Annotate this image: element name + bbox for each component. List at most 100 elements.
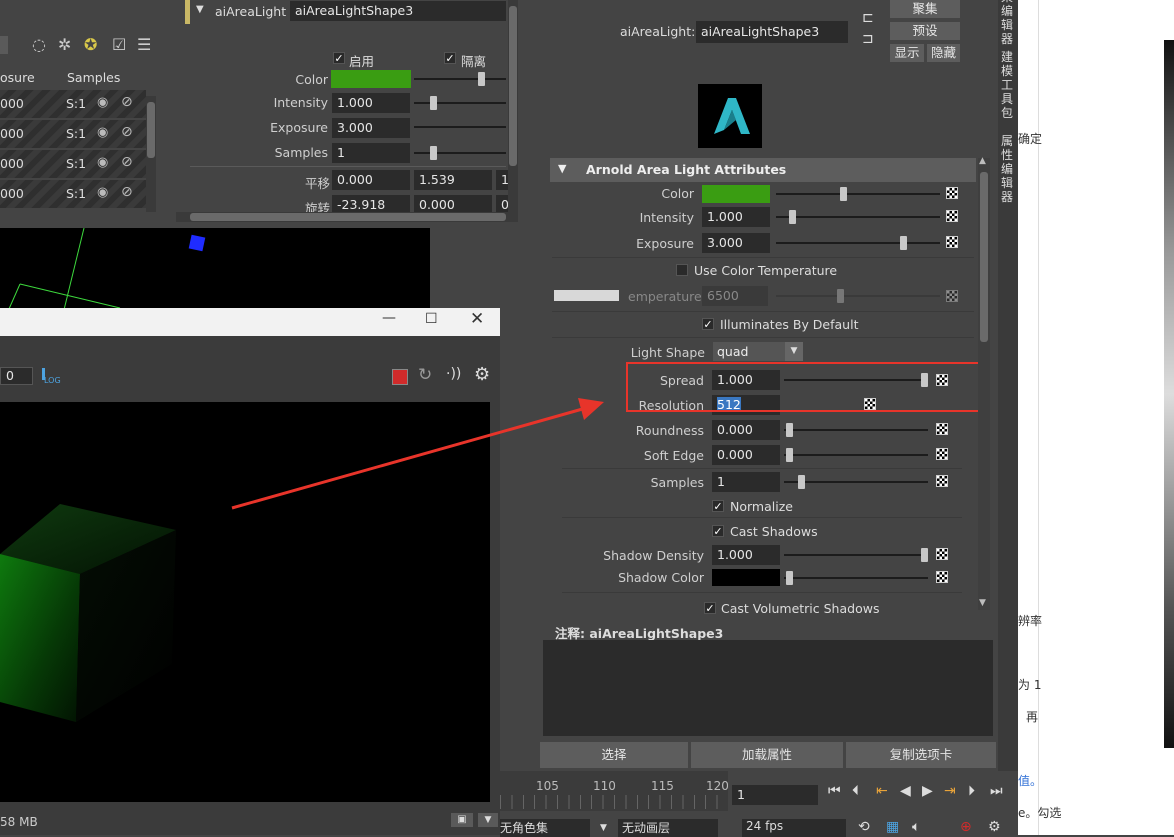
intensity-field[interactable]: 1.000 [702,207,770,227]
target-icon[interactable]: ◉ [97,185,108,200]
record-icon[interactable]: ⊕ [960,819,972,835]
render-frame-field[interactable]: 0 [0,367,33,385]
list-item[interactable]: 000 S:1 ◉ ⊘ [0,180,146,208]
isolate-checkbox[interactable]: ✓ [444,52,456,64]
side-tab-render-editor[interactable]: 渲染编辑器 [1001,0,1015,46]
exposure-field[interactable]: 3.000 [702,233,770,253]
shadow-color-map-icon[interactable] [936,571,948,583]
section-header[interactable]: ▼ Arnold Area Light Attributes [550,158,976,182]
illuminates-checkbox[interactable]: ✓ [702,318,714,330]
shadow-density-map-icon[interactable] [936,548,948,560]
select-button[interactable]: 选择 [540,742,688,768]
mini-samples-slider[interactable] [414,146,506,160]
close-icon[interactable]: ✕ [470,309,484,329]
collapse-arrow-icon[interactable]: ▼ [196,4,204,15]
intensity-map-icon[interactable] [946,210,958,222]
soft-edge-slider[interactable] [784,448,928,462]
ae-vscroll[interactable]: ▲ ▼ [978,156,990,610]
settings-gear-icon[interactable]: ⚙ [474,364,490,385]
list-item[interactable]: 000 S:1 ◉ ⊘ [0,120,146,148]
hide-button[interactable]: 隐藏 [927,44,960,62]
refresh-icon[interactable]: ↻ [418,365,432,385]
anim-layer-dropdown[interactable]: 无动画层 [618,819,718,837]
roundness-field[interactable]: 0.000 [712,420,780,440]
fps-dropdown[interactable]: 24 fps [742,819,846,837]
mini-color-slider[interactable] [414,72,506,86]
mini-intensity-field[interactable]: 1.000 [332,93,410,113]
target-icon[interactable]: ◉ [97,155,108,170]
color-map-icon[interactable] [946,187,958,199]
ae-input-connection-icon[interactable]: ⊏ [862,10,874,26]
copy-tab-button[interactable]: 复制选项卡 [846,742,996,768]
samples-slider[interactable] [784,475,928,489]
list-item[interactable]: 000 S:1 ◉ ⊘ [0,150,146,178]
shadow-color-swatch[interactable] [712,569,780,586]
list-item[interactable]: 000 S:1 ◉ ⊘ [0,90,146,118]
samples-field[interactable]: 1 [712,472,780,492]
mini-exposure-slider[interactable] [414,126,506,128]
intensity-slider[interactable] [776,210,940,224]
exposure-slider[interactable] [776,236,940,250]
light-list-icon[interactable]: ☰ [137,35,151,54]
mini-color-swatch[interactable] [331,70,411,88]
focus-button[interactable]: 聚集 [890,0,960,18]
disable-icon[interactable]: ⊘ [121,184,133,200]
char-set-chevron-icon[interactable]: ▼ [600,823,607,833]
go-to-end-icon[interactable]: ⏭ [990,783,1003,799]
soft-edge-field[interactable]: 0.000 [712,445,780,465]
character-set-dropdown[interactable]: 无角色集 [500,819,590,837]
samples-map-icon[interactable] [936,475,948,487]
viewport[interactable] [0,228,430,318]
presets-button[interactable]: 预设 [890,22,960,40]
loop-icon[interactable]: ⟲ [858,819,870,835]
timeline[interactable]: 105 110 115 120 [500,771,729,811]
render-canvas[interactable] [0,402,490,802]
stop-render-icon[interactable] [392,369,408,385]
light-shape-dropdown[interactable]: quad ▼ [713,342,803,361]
next-key-icon[interactable]: ⇥ [944,783,956,799]
normalize-checkbox[interactable]: ✓ [712,500,724,512]
auto-key-icon[interactable]: ▦ [886,819,899,835]
disable-icon[interactable]: ⊘ [121,154,133,170]
exposure-map-icon[interactable] [946,236,958,248]
go-to-start-icon[interactable]: ⏮ [828,783,841,799]
play-forward-icon[interactable]: ▶ [922,783,933,799]
mini-exposure-field[interactable]: 3.000 [332,118,410,138]
scroll-down-icon[interactable]: ▼ [979,598,986,608]
sound-icon[interactable]: 🔈︎ [912,819,920,835]
translate-z-field[interactable]: 1 [496,170,508,190]
shadow-density-field[interactable]: 1.000 [712,545,780,565]
snapshot-icon[interactable]: ▣ [451,813,473,827]
disable-icon[interactable]: ⊘ [121,94,133,110]
target-icon[interactable]: ◉ [97,95,108,110]
maximize-icon[interactable]: ☐ [425,311,438,327]
section-collapse-icon[interactable]: ▼ [558,162,566,175]
cast-shadows-checkbox[interactable]: ✓ [712,525,724,537]
ipr-icon[interactable]: ·)) [446,366,461,382]
load-attributes-button[interactable]: 加载属性 [691,742,843,768]
mini-vscroll[interactable] [508,0,518,212]
color-slider[interactable] [776,187,940,201]
shadow-color-slider[interactable] [784,571,928,585]
mini-node-name-field[interactable]: aiAreaLightShape3 [290,1,506,21]
current-frame-field[interactable]: 1 [732,785,818,805]
light-filter-icon[interactable]: ✪ [84,35,97,54]
use-color-temp-checkbox[interactable] [676,264,688,276]
step-back-key-icon[interactable]: ⏴ [852,783,859,799]
translate-y-field[interactable]: 1.539 [414,170,492,190]
translate-x-field[interactable]: 0.000 [332,170,410,190]
roundness-slider[interactable] [784,423,928,437]
disable-icon[interactable]: ⊘ [121,124,133,140]
enable-checkbox[interactable]: ✓ [333,52,345,64]
ae-node-name-field[interactable]: aiAreaLightShape3 [696,21,848,43]
mini-samples-field[interactable]: 1 [332,143,410,163]
mini-intensity-slider[interactable] [414,96,506,110]
cast-vol-shadows-checkbox[interactable]: ✓ [704,602,716,614]
soft-edge-map-icon[interactable] [936,448,948,460]
minimize-icon[interactable]: — [382,310,396,326]
mini-hscroll[interactable] [176,212,518,222]
side-tab-modeling-toolkit[interactable]: 建模工具包 [1001,50,1015,120]
ae-output-connection-icon[interactable]: ⊐ [862,31,874,47]
shadow-density-slider[interactable] [784,548,928,562]
prev-key-icon[interactable]: ⇤ [876,783,888,799]
